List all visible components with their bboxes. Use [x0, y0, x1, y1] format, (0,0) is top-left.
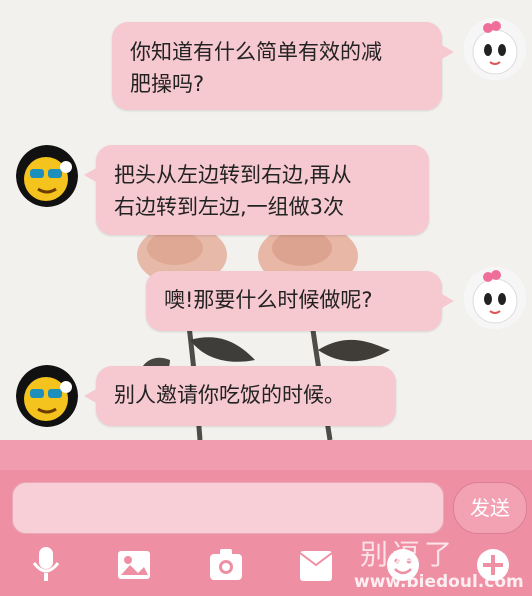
microphone-icon[interactable] — [28, 545, 64, 585]
girl-face-icon — [464, 18, 526, 80]
sunglasses-face-icon — [16, 365, 78, 427]
contact-avatar[interactable] — [16, 365, 78, 427]
composer-scalloped-edge — [0, 440, 532, 470]
message-bubble-sent: 你知道有什么简单有效的减 肥操吗? — [112, 22, 454, 110]
message-text-line: 右边转到左边,一组做3次 — [114, 195, 345, 219]
image-icon[interactable] — [116, 545, 152, 585]
message-bubble-received: 把头从左边转到右边,再从 右边转到左边,一组做3次 — [84, 145, 429, 235]
girl-face-icon — [464, 267, 526, 329]
message-text-line: 你知道有什么简单有效的减 — [130, 40, 382, 64]
message-text-line: 肥操吗? — [130, 72, 205, 96]
message-text-line: 别人邀请你吃饭的时候。 — [114, 383, 345, 407]
my-avatar[interactable] — [464, 267, 526, 329]
message-bubble-received: 别人邀请你吃饭的时候。 — [84, 366, 396, 426]
watermark-url: www.biedoul.com — [354, 572, 524, 592]
envelope-icon[interactable] — [298, 545, 334, 585]
contact-avatar[interactable] — [16, 145, 78, 207]
message-input[interactable] — [12, 482, 444, 534]
my-avatar[interactable] — [464, 18, 526, 80]
message-text-line: 噢!那要什么时候做呢? — [164, 288, 373, 312]
message-bubble-sent: 噢!那要什么时候做呢? — [146, 271, 454, 331]
camera-icon[interactable] — [208, 545, 244, 585]
watermark-text: 别逗了 — [360, 538, 457, 571]
send-button[interactable]: 发送 — [453, 482, 527, 534]
message-text-line: 把头从左边转到右边,再从 — [114, 163, 352, 187]
sunglasses-face-icon — [16, 145, 78, 207]
